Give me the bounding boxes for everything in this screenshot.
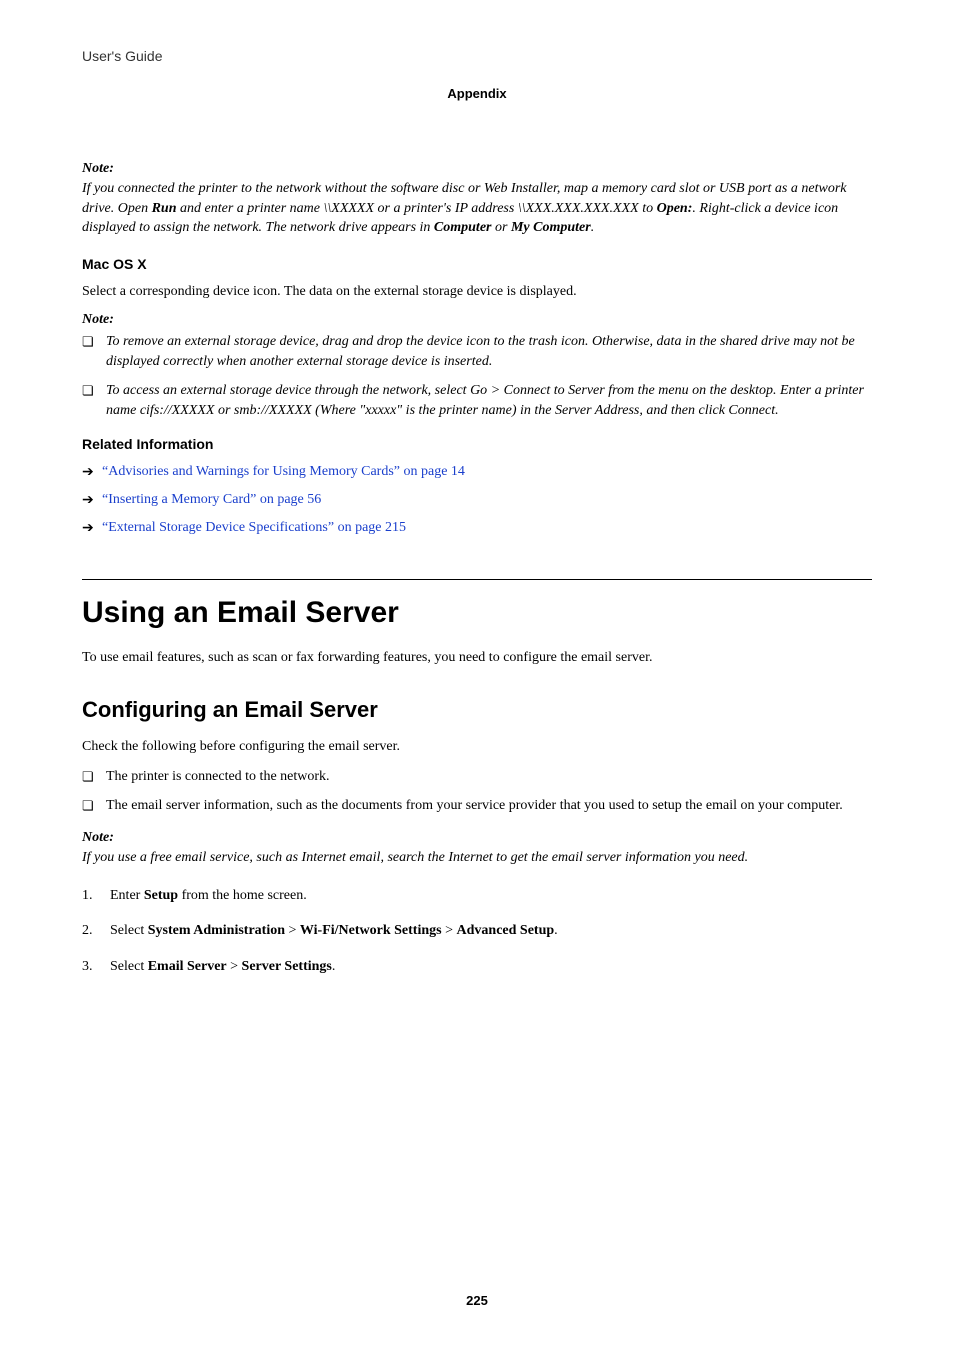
note-text-bold: Go	[470, 383, 487, 398]
related-link-list: ➔ “Advisories and Warnings for Using Memo…	[82, 462, 872, 537]
related-link-item: ➔ “Advisories and Warnings for Using Memo…	[82, 462, 872, 482]
arrow-right-icon: ➔	[82, 491, 94, 511]
h2-configuring-email-server: Configuring an Email Server	[82, 697, 872, 723]
note-bullet-list: To remove an external storage device, dr…	[82, 332, 872, 420]
arrow-right-icon: ➔	[82, 519, 94, 539]
note-text-bold: Open:	[657, 201, 693, 216]
macosx-heading: Mac OS X	[82, 256, 872, 272]
note-text-part: or	[492, 220, 511, 235]
related-link-item: ➔ “External Storage Device Specifications…	[82, 518, 872, 538]
step-text-part: Select	[110, 959, 148, 974]
note-text: If you use a free email service, such as…	[82, 848, 872, 868]
note-block-1: Note: If you connected the printer to th…	[82, 161, 872, 238]
h1-body: To use email features, such as scan or f…	[82, 648, 872, 668]
note-block-3: Note: If you use a free email service, s…	[82, 830, 872, 868]
step-item: Select System Administration > Wi-Fi/Net…	[82, 921, 872, 941]
note-text-bold: Connect to Server	[504, 383, 605, 398]
step-text-part: >	[285, 923, 300, 938]
step-text-bold: Advanced Setup	[457, 923, 555, 938]
step-text-bold: Email Server	[148, 959, 227, 974]
note-text-bold: Server Address	[555, 403, 639, 418]
step-text-bold: Server Settings	[242, 959, 332, 974]
step-text-part: >	[227, 959, 242, 974]
step-text-part: .	[554, 923, 558, 938]
related-link[interactable]: “Advisories and Warnings for Using Memor…	[102, 464, 465, 479]
macosx-body: Select a corresponding device icon. The …	[82, 282, 872, 302]
related-link[interactable]: “External Storage Device Specifications”…	[102, 520, 406, 535]
check-bullet-item: The email server information, such as th…	[82, 796, 872, 816]
step-text-part: from the home screen.	[178, 888, 307, 903]
note-text-part: To access an external storage device thr…	[106, 383, 470, 398]
related-link[interactable]: “Inserting a Memory Card” on page 56	[102, 492, 321, 507]
note-text: If you connected the printer to the netw…	[82, 179, 872, 238]
note-text-bold: Computer	[434, 220, 492, 235]
note-text-part: , and then click	[639, 403, 728, 418]
step-text-bold: Setup	[144, 888, 178, 903]
note-heading: Note:	[82, 830, 872, 846]
note-text-bold: Run	[152, 201, 177, 216]
step-text-part: Enter	[110, 888, 144, 903]
step-item: Select Email Server > Server Settings.	[82, 957, 872, 977]
note-bullet-item: To access an external storage device thr…	[82, 381, 872, 420]
note-heading: Note:	[82, 161, 872, 177]
related-info-heading: Related Information	[82, 436, 872, 452]
arrow-right-icon: ➔	[82, 463, 94, 483]
section-label: Appendix	[82, 86, 872, 101]
h1-using-email-server: Using an Email Server	[82, 579, 872, 630]
note-bullet-item: To remove an external storage device, dr…	[82, 332, 872, 371]
note-text-bold: My Computer	[511, 220, 591, 235]
step-text-part: .	[332, 959, 336, 974]
step-text-part: >	[442, 923, 457, 938]
note-text-bold: Connect	[728, 403, 775, 418]
step-list: Enter Setup from the home screen. Select…	[82, 886, 872, 977]
step-text-bold: System Administration	[148, 923, 285, 938]
related-link-item: ➔ “Inserting a Memory Card” on page 56	[82, 490, 872, 510]
h2-body: Check the following before configuring t…	[82, 737, 872, 757]
guide-title: User's Guide	[82, 48, 872, 64]
note-text-part: >	[487, 383, 503, 398]
note-heading: Note:	[82, 312, 872, 328]
check-bullet-item: The printer is connected to the network.	[82, 767, 872, 787]
step-text-part: Select	[110, 923, 148, 938]
step-text-bold: Wi-Fi/Network Settings	[300, 923, 442, 938]
check-bullet-list: The printer is connected to the network.…	[82, 767, 872, 816]
page-number: 225	[0, 1293, 954, 1308]
note-text-part: .	[591, 220, 595, 235]
note-text-part: .	[775, 403, 779, 418]
note-block-2: Note: To remove an external storage devi…	[82, 312, 872, 420]
step-item: Enter Setup from the home screen.	[82, 886, 872, 906]
note-text-part: and enter a printer name \\XXXXX or a pr…	[177, 201, 657, 216]
